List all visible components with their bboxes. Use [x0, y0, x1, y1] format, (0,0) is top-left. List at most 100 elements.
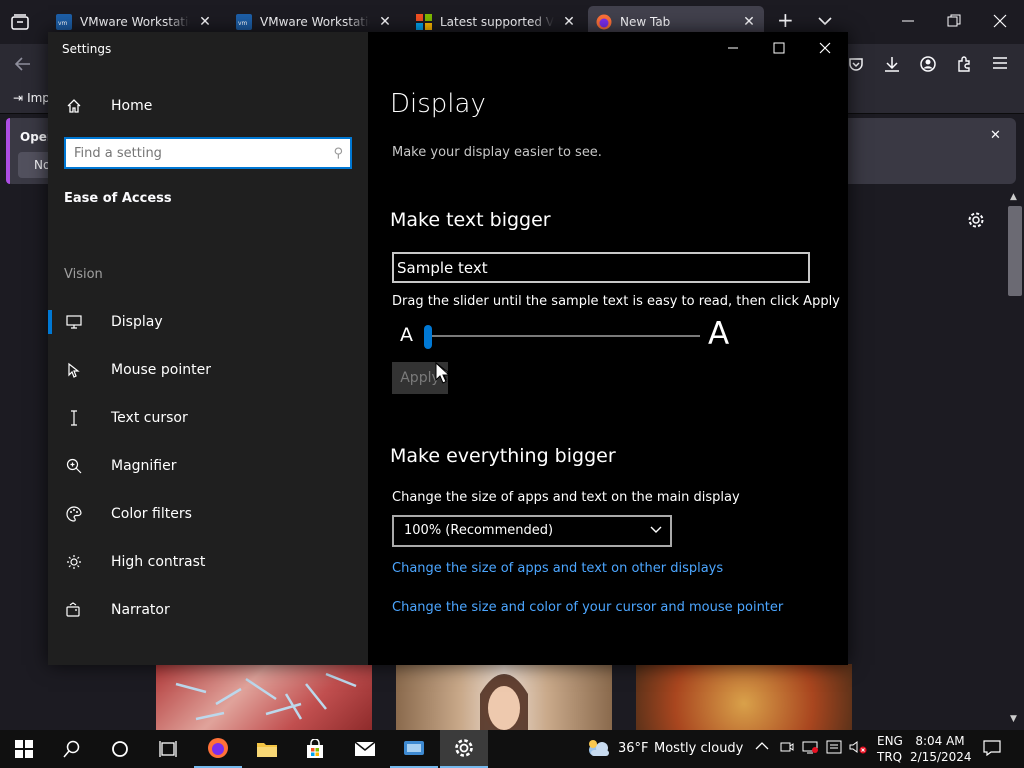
svg-text:vm: vm — [58, 20, 68, 27]
sidebar-item-color-filters[interactable]: Color filters — [48, 490, 368, 538]
firefox-taskbar-icon[interactable] — [194, 730, 242, 768]
browser-minimize-icon[interactable] — [901, 14, 915, 28]
settings-content: Display Make your display easier to see.… — [368, 32, 848, 665]
slider-instruction: Drag the slider until the sample text is… — [392, 294, 840, 309]
notifications-icon[interactable] — [983, 740, 1001, 756]
scrollbar-thumb[interactable] — [1008, 206, 1022, 296]
sidebar-item-narrator[interactable]: Narrator — [48, 586, 368, 634]
import-icon: ⇥ — [13, 91, 24, 105]
scale-dropdown[interactable]: 100% (Recommended) — [392, 515, 672, 547]
back-arrow-icon[interactable] — [15, 57, 31, 71]
input-language[interactable]: ENG TRQ — [877, 733, 903, 765]
start-windows-icon[interactable] — [0, 730, 48, 768]
story-thumbnail[interactable] — [396, 664, 612, 730]
sidebar-item-text-cursor[interactable]: Text cursor — [48, 394, 368, 442]
page-subtitle: Make your display easier to see. — [392, 145, 602, 160]
scroll-up-arrow-icon[interactable]: ▲ — [1010, 192, 1017, 202]
window-title: Settings — [62, 42, 112, 56]
close-tab-icon[interactable]: ✕ — [562, 15, 576, 29]
settings-window: Settings Home ⚲ Ease of Access Vision Di… — [48, 32, 848, 665]
scroll-down-arrow-icon[interactable]: ▼ — [1010, 714, 1017, 724]
mouse-pointer-icon — [64, 362, 84, 378]
notification-accent — [6, 118, 10, 184]
page-title: Display — [390, 89, 486, 119]
weather-condition[interactable]: Mostly cloudy — [654, 741, 743, 756]
close-tab-icon[interactable]: ✕ — [378, 15, 392, 29]
chevron-up-icon[interactable] — [755, 741, 769, 751]
mail-icon[interactable] — [341, 730, 389, 768]
home-icon — [64, 98, 84, 114]
scale-description: Change the size of apps and text on the … — [392, 490, 740, 505]
bookmark-import[interactable]: ⇥ Imp — [13, 91, 50, 105]
sidebar-item-label: Mouse pointer — [111, 362, 211, 378]
sidebar-item-high-contrast[interactable]: High contrast — [48, 538, 368, 586]
vmware-tray-icon[interactable] — [826, 740, 842, 754]
sidebar-item-display[interactable]: Display — [48, 298, 368, 346]
sidebar-item-home[interactable]: Home — [48, 82, 368, 130]
sidebar-item-label: Display — [111, 314, 163, 330]
text-size-slider[interactable] — [428, 335, 700, 337]
close-icon[interactable]: ✕ — [990, 128, 1001, 143]
gear-icon[interactable] — [967, 211, 985, 229]
meet-now-icon[interactable] — [780, 740, 794, 754]
text-size-slider-thumb[interactable] — [424, 325, 432, 349]
text-bigger-heading: Make text bigger — [390, 209, 551, 231]
browser-restore-icon[interactable] — [947, 14, 961, 28]
sample-text-box: Sample text — [392, 252, 810, 283]
settings-taskbar-icon[interactable] — [440, 730, 488, 768]
sidebar-item-magnifier[interactable]: Magnifier — [48, 442, 368, 490]
tab-title: VMware Workstation Pl — [80, 15, 190, 29]
everything-bigger-heading: Make everything bigger — [390, 445, 616, 467]
hamburger-menu-icon[interactable] — [992, 56, 1008, 70]
maximize-icon[interactable] — [756, 32, 802, 64]
svg-text:vm: vm — [238, 20, 248, 27]
sidebar-item-mouse-pointer[interactable]: Mouse pointer — [48, 346, 368, 394]
minimize-icon[interactable] — [710, 32, 756, 64]
story-thumbnail[interactable] — [156, 664, 372, 730]
cortana-icon[interactable] — [96, 730, 144, 768]
extensions-icon[interactable] — [956, 56, 972, 72]
file-explorer-icon[interactable] — [243, 730, 291, 768]
tab-title: New Tab — [620, 15, 671, 29]
magnifier-icon — [64, 458, 84, 474]
network-icon[interactable] — [802, 740, 818, 754]
monitor-icon — [64, 315, 84, 329]
close-icon[interactable] — [802, 32, 848, 64]
section-title: Ease of Access — [64, 191, 172, 206]
link-other-displays[interactable]: Change the size of apps and text on othe… — [392, 561, 723, 576]
text-cursor-icon — [64, 410, 84, 426]
vmware-icon: vm — [56, 14, 72, 30]
sidebar-item-label: Home — [111, 98, 153, 114]
sidebar-item-label: High contrast — [111, 554, 206, 570]
browser-close-icon[interactable] — [993, 14, 1007, 28]
task-view-icon[interactable] — [144, 730, 192, 768]
sidebar-item-label: Magnifier — [111, 458, 177, 474]
group-label: Vision — [64, 267, 103, 282]
account-icon[interactable] — [920, 56, 936, 72]
close-tab-icon[interactable]: ✕ — [198, 15, 212, 29]
narrator-icon — [64, 602, 84, 618]
vmware-taskbar-icon[interactable] — [390, 730, 438, 768]
search-field[interactable]: ⚲ — [64, 137, 352, 169]
speaker-muted-icon[interactable] — [849, 740, 867, 754]
chevron-down-icon[interactable] — [817, 14, 833, 28]
weather-temperature[interactable]: 36°F — [618, 741, 649, 756]
downloads-icon[interactable] — [884, 56, 900, 72]
color-filters-icon — [64, 506, 84, 522]
chevron-down-icon — [650, 526, 662, 534]
search-icon: ⚲ — [333, 146, 343, 161]
slider-max-label: A — [708, 316, 730, 352]
story-thumbnail[interactable] — [636, 664, 852, 730]
slider-min-label: A — [400, 324, 413, 346]
link-cursor-pointer[interactable]: Change the size and color of your cursor… — [392, 600, 783, 615]
pocket-icon[interactable] — [848, 56, 864, 72]
search-input[interactable] — [74, 144, 314, 162]
search-icon[interactable] — [48, 730, 96, 768]
list-all-tabs-icon[interactable] — [11, 14, 29, 30]
close-tab-icon[interactable]: ✕ — [742, 15, 756, 29]
new-tab-plus-icon[interactable]: + — [777, 10, 794, 30]
store-icon[interactable] — [291, 730, 339, 768]
firefox-icon — [596, 14, 612, 30]
high-contrast-icon — [64, 554, 84, 570]
clock[interactable]: 8:04 AM 2/15/2024 — [910, 733, 972, 765]
